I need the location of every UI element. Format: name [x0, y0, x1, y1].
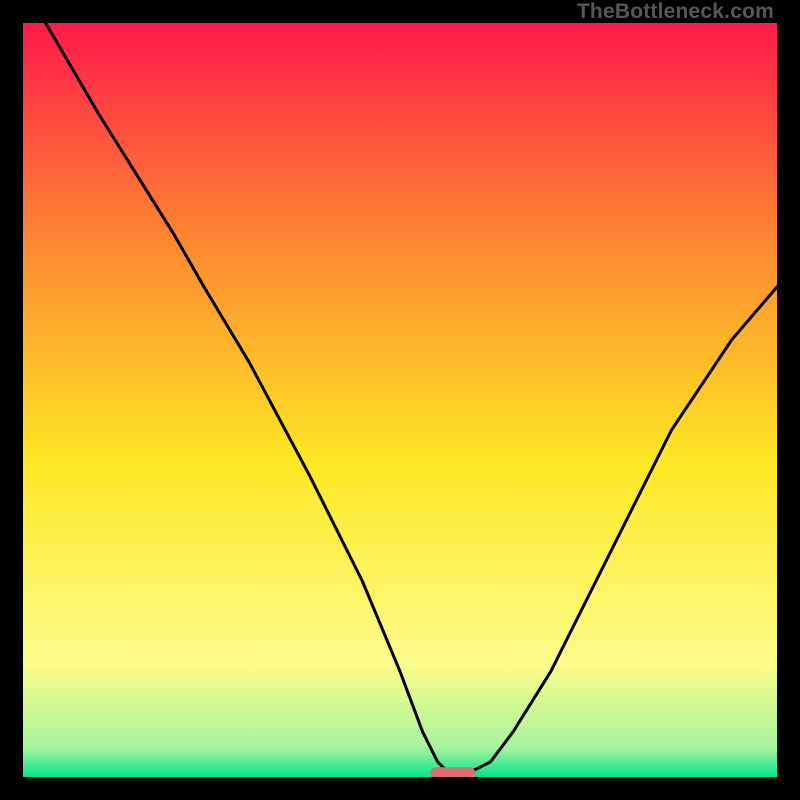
gradient-background — [23, 23, 777, 777]
optimal-marker — [430, 767, 475, 777]
chart-frame: TheBottleneck.com — [0, 0, 800, 800]
watermark-text: TheBottleneck.com — [577, 0, 774, 24]
bottleneck-chart — [23, 23, 777, 777]
